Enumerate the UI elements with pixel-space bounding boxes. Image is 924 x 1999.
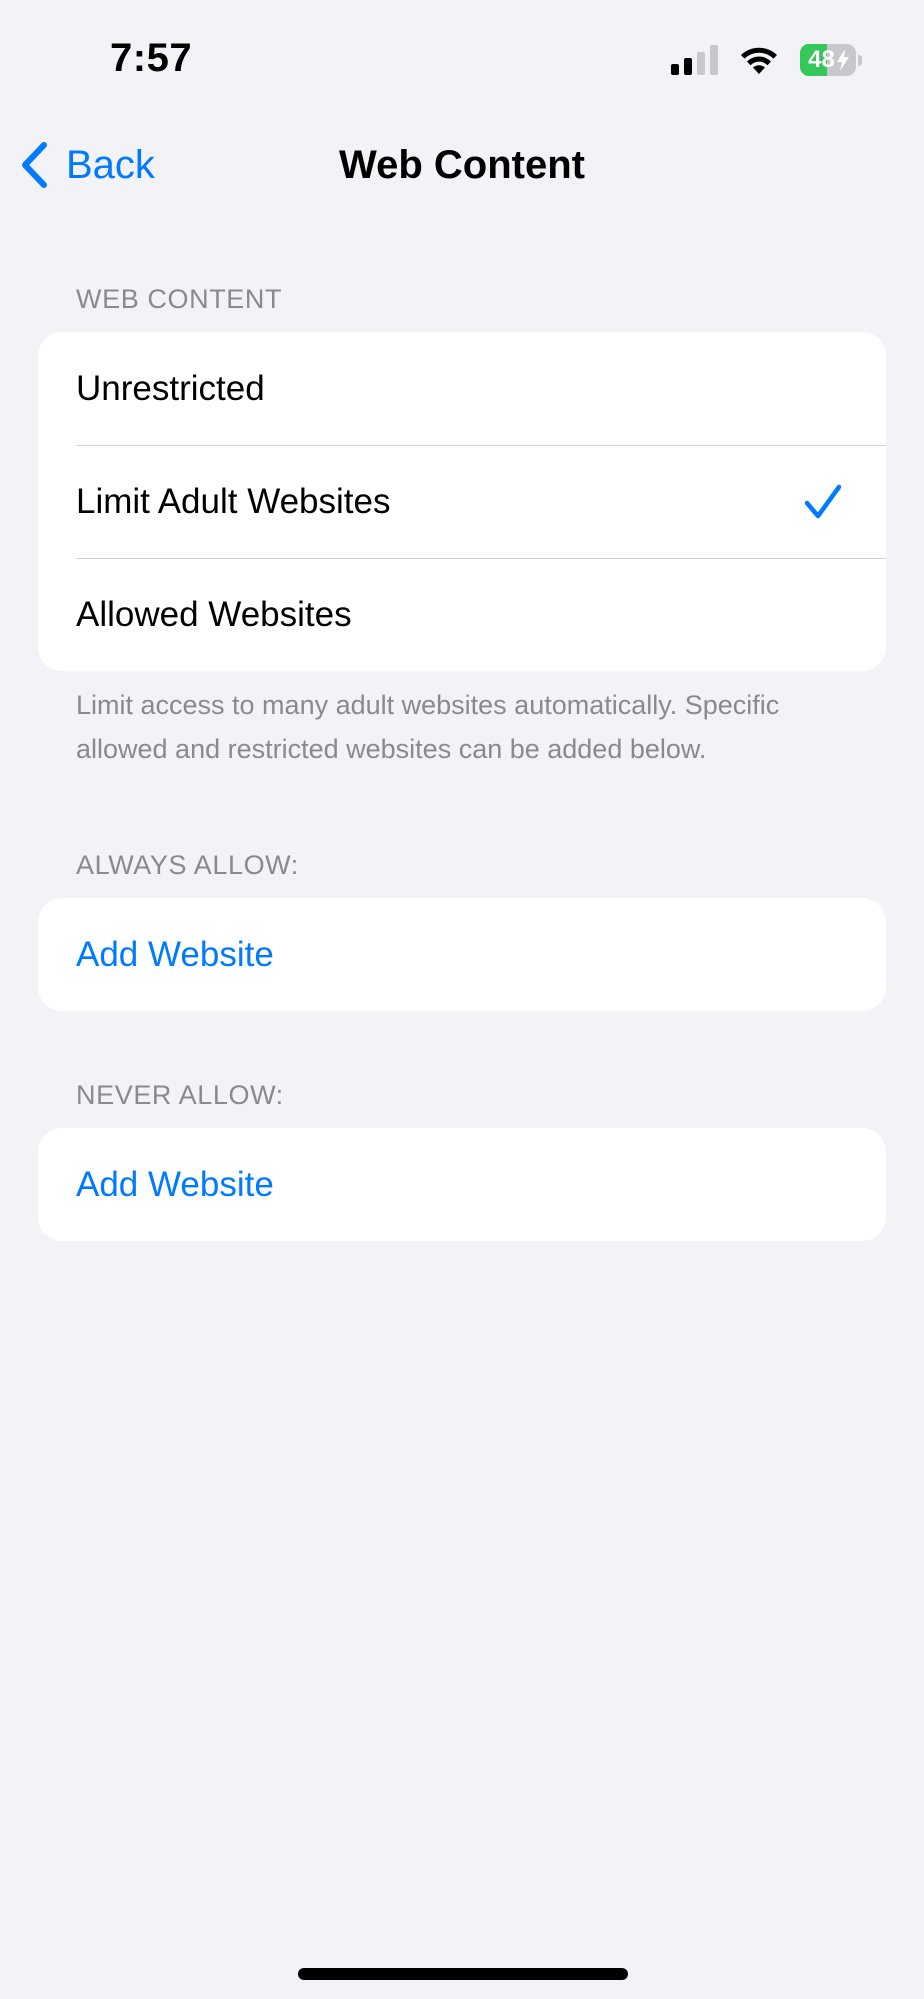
web-content-options: Unrestricted Limit Adult Websites Allowe…: [38, 332, 886, 671]
cellular-signal-icon: [671, 45, 718, 75]
option-label: Limit Adult Websites: [76, 481, 391, 521]
add-website-label: Add Website: [76, 1164, 274, 1204]
never-allow-group: Add Website: [38, 1128, 886, 1241]
status-time: 7:57: [110, 36, 193, 80]
battery-level: 48: [800, 44, 856, 76]
back-label: Back: [66, 142, 155, 187]
option-allowed-websites[interactable]: Allowed Websites: [38, 558, 886, 671]
web-content-footer: Limit access to many adult websites auto…: [76, 690, 780, 764]
option-unrestricted[interactable]: Unrestricted: [38, 332, 886, 445]
add-website-label: Add Website: [76, 934, 274, 974]
battery-charging-icon: 48: [800, 44, 862, 76]
always-allow-header: ALWAYS ALLOW:: [76, 850, 299, 880]
chevron-left-icon: [22, 142, 47, 188]
web-content-header: WEB CONTENT: [76, 284, 283, 314]
option-limit-adult-websites[interactable]: Limit Adult Websites: [38, 445, 886, 558]
home-indicator: [298, 1968, 628, 1980]
battery-body: 48: [800, 44, 857, 76]
always-allow-add-website-button[interactable]: Add Website: [38, 898, 886, 1011]
checkmark-icon: [804, 484, 842, 518]
back-button[interactable]: Back: [18, 138, 155, 192]
never-allow-header: NEVER ALLOW:: [76, 1080, 284, 1110]
status-bar: 7:57 48: [0, 0, 924, 120]
navigation-bar: Web Content Back: [0, 120, 924, 210]
never-allow-add-website-button[interactable]: Add Website: [38, 1128, 886, 1241]
always-allow-group: Add Website: [38, 898, 886, 1011]
bolt-icon: [836, 49, 849, 71]
option-label: Unrestricted: [76, 368, 265, 408]
option-label: Allowed Websites: [76, 594, 352, 634]
status-icons: 48: [671, 44, 862, 76]
battery-cap: [858, 54, 862, 66]
wifi-icon: [741, 47, 777, 74]
